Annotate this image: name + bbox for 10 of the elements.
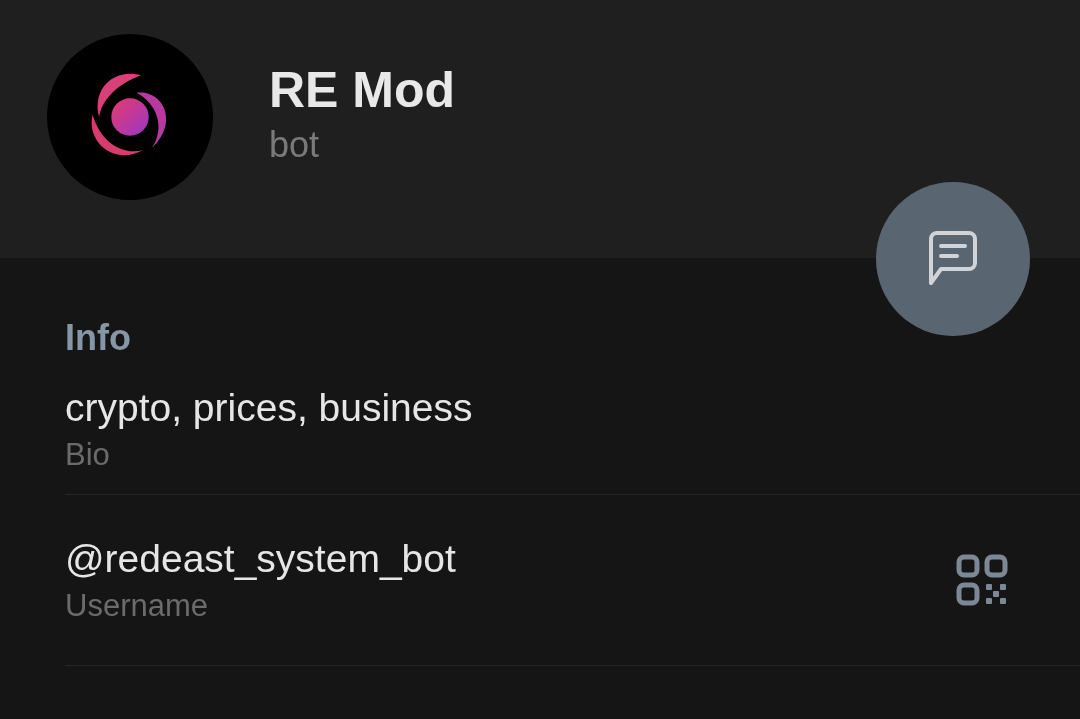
info-row[interactable]: @redeast_system_bot Username <box>65 495 1080 666</box>
info-label: Username <box>65 587 209 625</box>
info-row[interactable]: crypto, prices, business Bio <box>65 360 1080 495</box>
section-title: Info <box>65 316 132 360</box>
profile-name: RE Mod <box>269 61 456 120</box>
info-label: Bio <box>65 436 111 474</box>
profile-subtitle: bot <box>269 123 321 167</box>
qr-code-icon[interactable] <box>956 554 1008 606</box>
info-value: crypto, prices, business <box>65 385 473 431</box>
info-value: @redeast_system_bot <box>65 536 456 582</box>
